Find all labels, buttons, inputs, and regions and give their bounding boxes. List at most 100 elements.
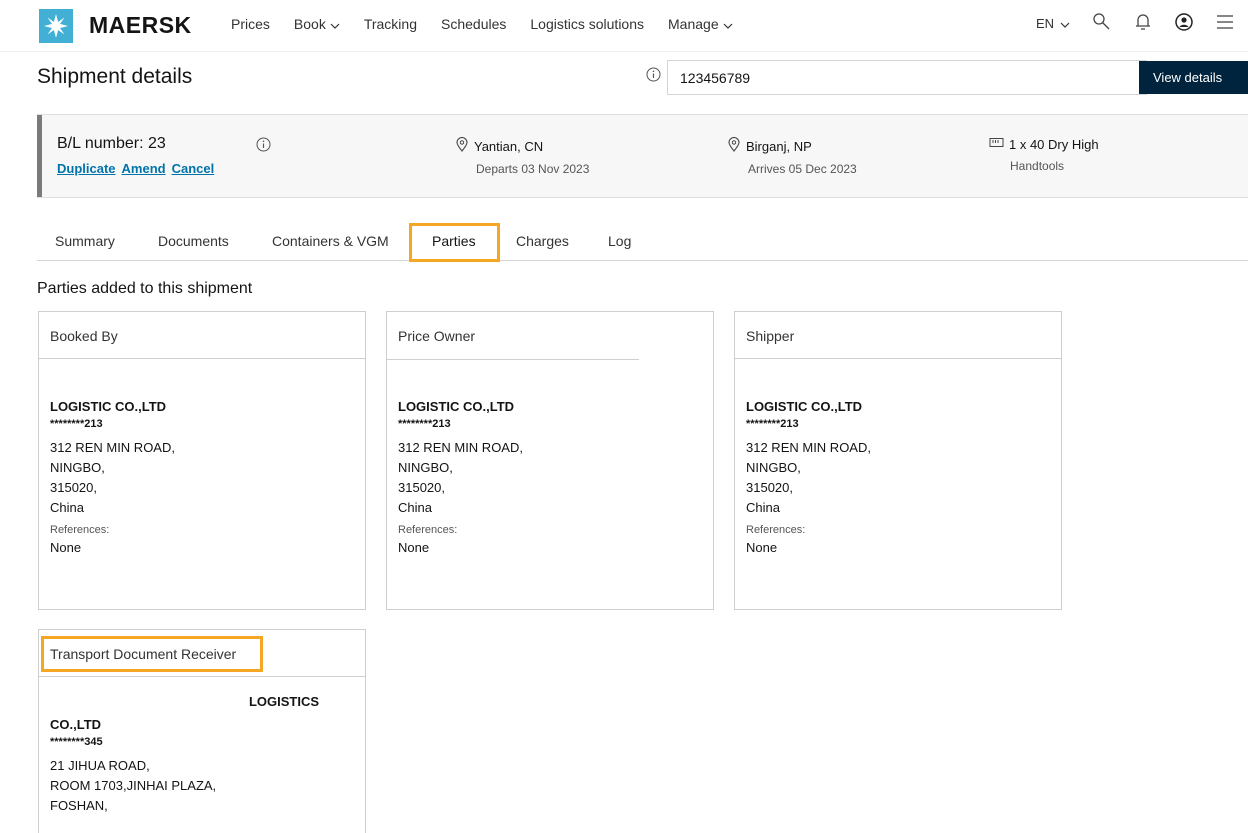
nav-item-book[interactable]: Book xyxy=(294,16,340,32)
duplicate-link[interactable]: Duplicate xyxy=(57,161,116,176)
party-company: LOGISTIC CO.,LTD xyxy=(398,399,515,414)
language-label: EN xyxy=(1035,16,1054,31)
address-line: FOSHAN, xyxy=(50,798,108,813)
references-label: References: xyxy=(50,524,110,536)
chevron-down-icon xyxy=(723,16,733,32)
location-pin-icon xyxy=(727,137,741,155)
party-role: Booked By xyxy=(39,312,365,359)
cancel-link[interactable]: Cancel xyxy=(172,161,215,176)
party-role-highlight xyxy=(41,636,263,672)
nav-label: Logistics solutions xyxy=(530,16,645,32)
card-divider xyxy=(387,359,639,360)
brand-name[interactable]: MAERSK xyxy=(89,12,192,39)
address-line: China xyxy=(50,500,84,515)
origin-info: Yantian, CN Departs 03 Nov 2023 xyxy=(455,137,589,176)
origin-location: Yantian, CN xyxy=(474,138,544,154)
info-icon[interactable] xyxy=(256,137,271,157)
party-masked-id: ********345 xyxy=(50,736,103,748)
nav-item-prices[interactable]: Prices xyxy=(231,16,270,32)
party-company-line2: CO.,LTD xyxy=(50,717,102,732)
chevron-down-icon xyxy=(1060,16,1070,31)
party-company-line1: LOGISTICS xyxy=(248,694,319,709)
tab-charges[interactable]: Charges xyxy=(516,233,569,249)
destination-location: Birganj, NP xyxy=(746,138,812,154)
chevron-down-icon xyxy=(330,16,340,32)
address-line: NINGBO, xyxy=(398,460,453,475)
party-address: 312 REN MIN ROAD, NINGBO, 315020, China xyxy=(746,438,1050,518)
origin-date: Departs 03 Nov 2023 xyxy=(476,162,590,176)
top-navigation: MAERSK Prices Book Tracking Schedules Lo… xyxy=(0,0,1248,52)
party-address: 21 JIHUA ROAD, ROOM 1703,JINHAI PLAZA, F… xyxy=(50,756,354,816)
nav-label: Schedules xyxy=(441,16,507,32)
container-icon xyxy=(989,137,1004,152)
bell-icon[interactable] xyxy=(1134,12,1152,35)
address-line: China xyxy=(398,500,432,515)
main-nav: Prices Book Tracking Schedules Logistics… xyxy=(231,16,757,32)
nav-item-manage[interactable]: Manage xyxy=(668,16,733,32)
party-role: Shipper xyxy=(735,312,1061,359)
nav-item-tracking[interactable]: Tracking xyxy=(364,16,417,32)
address-line: NINGBO, xyxy=(50,460,105,475)
shipment-tabs: Summary Documents Containers & VGM Parti… xyxy=(37,223,1248,262)
party-card-booked-by: Booked By LOGISTIC CO.,LTD ********213 3… xyxy=(38,311,366,610)
address-line: 315020, xyxy=(746,480,793,495)
party-company: LOGISTIC CO.,LTD xyxy=(50,399,167,414)
menu-icon[interactable] xyxy=(1216,14,1234,33)
nav-label: Book xyxy=(293,16,326,32)
commodity: Handtools xyxy=(1010,159,1065,173)
tab-log[interactable]: Log xyxy=(608,233,631,249)
container-info: 1 x 40 Dry High Handtools xyxy=(989,137,1099,173)
party-address: 312 REN MIN ROAD, NINGBO, 315020, China xyxy=(50,438,354,518)
tab-containers-vgm[interactable]: Containers & VGM xyxy=(272,233,389,249)
party-role: Price Owner xyxy=(398,328,476,344)
container-summary: 1 x 40 Dry High xyxy=(1009,137,1099,152)
party-masked-id: ********213 xyxy=(746,418,799,430)
references-label: References: xyxy=(746,524,806,536)
party-masked-id: ********213 xyxy=(398,418,451,430)
maersk-star-icon[interactable] xyxy=(39,9,73,43)
destination-date: Arrives 05 Dec 2023 xyxy=(748,162,857,176)
nav-item-schedules[interactable]: Schedules xyxy=(441,16,506,32)
nav-item-logistics-solutions[interactable]: Logistics solutions xyxy=(530,16,644,32)
address-line: 312 REN MIN ROAD, xyxy=(746,440,871,455)
party-company: LOGISTIC CO.,LTD xyxy=(746,399,863,414)
tab-summary[interactable]: Summary xyxy=(55,233,115,249)
address-line: ROOM 1703,JINHAI PLAZA, xyxy=(50,778,217,793)
address-line: 21 JIHUA ROAD, xyxy=(50,758,150,773)
references-value: None xyxy=(50,540,82,555)
references-value: None xyxy=(746,540,778,555)
party-card-shipper: Shipper LOGISTIC CO.,LTD ********213 312… xyxy=(734,311,1062,610)
address-line: NINGBO, xyxy=(746,460,801,475)
address-line: 312 REN MIN ROAD, xyxy=(398,440,523,455)
nav-label: Tracking xyxy=(363,16,417,32)
info-icon[interactable] xyxy=(646,67,661,87)
nav-utilities: EN xyxy=(1036,12,1234,35)
address-line: 315020, xyxy=(50,480,97,495)
banner-accent-bar xyxy=(37,115,42,197)
language-selector[interactable]: EN xyxy=(1036,16,1070,31)
page-title: Shipment details xyxy=(37,65,193,88)
party-address: 312 REN MIN ROAD, NINGBO, 315020, China xyxy=(398,438,702,518)
nav-label: Manage xyxy=(668,16,719,32)
bl-number: B/L number: 23 xyxy=(57,135,166,152)
destination-info: Birganj, NP Arrives 05 Dec 2023 xyxy=(727,137,857,176)
party-masked-id: ********213 xyxy=(50,418,103,430)
address-line: China xyxy=(746,500,780,515)
nav-label: Prices xyxy=(231,16,270,32)
bl-actions: Duplicate Amend Cancel xyxy=(57,161,214,176)
shipment-search-input[interactable] xyxy=(667,60,1147,95)
user-icon[interactable] xyxy=(1174,12,1194,35)
search-icon[interactable] xyxy=(1092,12,1112,35)
party-card-price-owner: Price Owner LOGISTIC CO.,LTD ********213… xyxy=(386,311,714,610)
tab-parties-highlight xyxy=(409,223,500,262)
shipment-summary-banner: B/L number: 23 Duplicate Amend Cancel Ya… xyxy=(37,114,1248,198)
tab-documents[interactable]: Documents xyxy=(158,233,229,249)
address-line: 315020, xyxy=(398,480,445,495)
references-label: References: xyxy=(398,524,458,536)
party-card-transport-document-receiver: Transport Document Receiver LOGISTICS CO… xyxy=(38,629,366,833)
section-title: Parties added to this shipment xyxy=(37,280,253,297)
references-value: None xyxy=(398,540,430,555)
view-details-button[interactable]: View details xyxy=(1139,61,1248,94)
amend-link[interactable]: Amend xyxy=(122,161,166,176)
location-pin-icon xyxy=(455,137,469,155)
